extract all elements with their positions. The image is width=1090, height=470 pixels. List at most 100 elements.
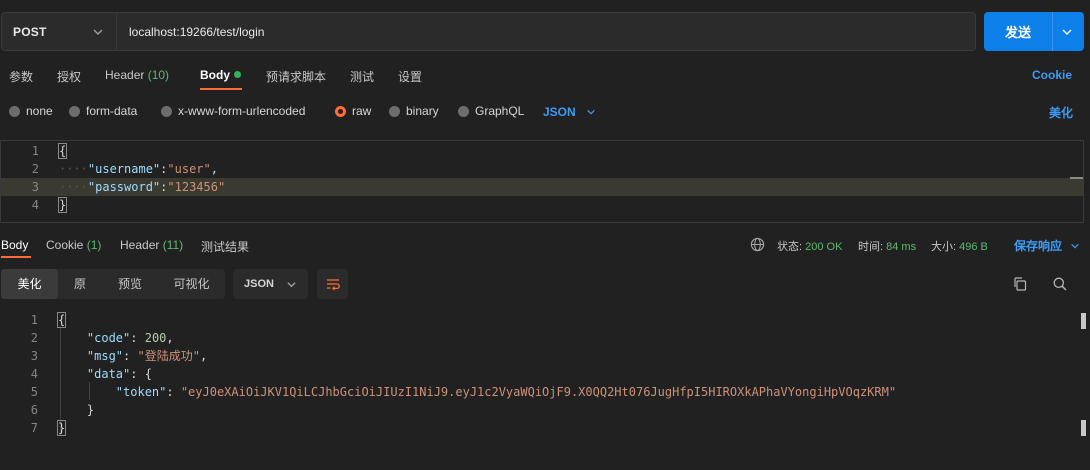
radio-label: form-data — [86, 104, 138, 118]
wrap-lines-icon — [326, 279, 340, 291]
tab-label: Body — [1, 238, 29, 252]
size-readout: 大小: 496 B — [931, 238, 988, 254]
save-response-label: 保存响应 — [1014, 239, 1063, 253]
method-label: POST — [13, 24, 47, 39]
response-body-viewer[interactable]: 1 { 2 "code": 200, 3 "msg": "登陆成功", 4 "d… — [0, 310, 1090, 470]
search-icon[interactable] — [1052, 276, 1068, 292]
radio-circle-icon — [69, 105, 80, 117]
send-button[interactable]: 发送 — [984, 12, 1084, 51]
time-readout: 时间: 84 ms — [858, 238, 916, 254]
radio-label: x-www-form-urlencoded — [178, 104, 306, 118]
tab-pre-request-script[interactable]: 预请求脚本 — [266, 68, 326, 85]
code-line: 6 } — [0, 401, 1090, 419]
view-mode-segmented: 美化 原 预览 可视化 — [1, 269, 225, 299]
status-value: 200 OK — [805, 241, 843, 253]
tab-response-body[interactable]: Body — [1, 238, 28, 252]
tab-headers[interactable]: Header (10) — [105, 68, 169, 82]
chevron-down-icon[interactable] — [1070, 241, 1080, 251]
view-mode-visualize[interactable]: 可视化 — [158, 269, 225, 299]
chevron-down-icon — [93, 29, 103, 35]
scrollbar-marker — [1081, 420, 1086, 436]
size-value: 496 B — [959, 241, 988, 253]
open-brace: { — [57, 143, 68, 159]
size-label: 大小: — [931, 241, 957, 253]
view-mode-preview[interactable]: 预览 — [102, 269, 158, 299]
status-label: 状态: — [777, 241, 803, 253]
view-mode-raw[interactable]: 原 — [58, 269, 102, 299]
globe-icon[interactable] — [750, 237, 765, 252]
radio-none[interactable]: none — [9, 104, 53, 118]
format-label: JSON — [244, 278, 274, 290]
line-number: 3 — [30, 349, 38, 363]
radio-circle-icon — [389, 105, 400, 117]
active-tab-indicator — [1, 256, 31, 258]
json-value: "登陆成功" — [137, 349, 200, 363]
radio-circle-icon — [9, 105, 20, 117]
json-key: "token" — [115, 385, 167, 399]
tab-label: Body — [200, 68, 230, 82]
code-line: 1 { — [1, 142, 1083, 160]
copy-icon[interactable] — [1012, 276, 1028, 292]
tab-auth[interactable]: 授权 — [57, 68, 81, 85]
code-line: 7 } — [0, 419, 1090, 437]
url-input[interactable]: localhost:19266/test/login — [116, 12, 976, 51]
tab-body[interactable]: Body — [200, 68, 241, 82]
cookie-link[interactable]: Cookie — [1032, 68, 1072, 82]
tab-count: (11) — [162, 238, 184, 252]
code-line: 1 { — [0, 311, 1090, 329]
code-line: 2 ····"username":"user", — [1, 160, 1083, 178]
chevron-down-icon — [586, 109, 595, 115]
close-brace: } — [56, 420, 67, 436]
line-number: 2 — [31, 162, 39, 176]
body-type-row: none form-data x-www-form-urlencoded raw… — [0, 102, 1090, 122]
code-line: 2 "code": 200, — [0, 329, 1090, 347]
tab-response-cookie[interactable]: Cookie (1) — [46, 238, 101, 252]
view-mode-pretty[interactable]: 美化 — [1, 269, 58, 299]
method-select[interactable]: POST — [1, 12, 117, 51]
request-tabs: 参数 授权 Header (10) Body 预请求脚本 测试 设置 Cooki… — [0, 64, 1090, 90]
tab-label: 参数 — [9, 70, 34, 84]
chevron-down-icon[interactable] — [1061, 26, 1073, 38]
tab-tests[interactable]: 测试 — [350, 68, 374, 85]
code-line: 5 "token": "eyJ0eXAiOiJKV1QiLCJhbGciOiJI… — [0, 383, 1090, 401]
radio-graphql[interactable]: GraphQL — [458, 104, 524, 118]
tab-count: (10) — [147, 68, 170, 82]
radio-form-data[interactable]: form-data — [69, 104, 137, 118]
tab-label: Header — [105, 68, 145, 82]
tab-count: (1) — [86, 238, 102, 252]
radio-selected-icon — [335, 105, 346, 117]
tab-params[interactable]: 参数 — [9, 68, 33, 85]
tab-test-results[interactable]: 测试结果 — [201, 238, 249, 255]
radio-raw[interactable]: raw — [335, 104, 371, 118]
chevron-down-icon — [287, 281, 296, 287]
line-number: 1 — [30, 313, 38, 327]
radio-circle-icon — [458, 105, 469, 117]
radio-label: none — [26, 104, 53, 118]
wrap-lines-button[interactable] — [317, 269, 348, 299]
tab-label: 预请求脚本 — [266, 70, 327, 84]
code-line: 3 "msg": "登陆成功", — [0, 347, 1090, 365]
scrollbar-marker — [1070, 177, 1083, 179]
tab-label: 授权 — [57, 70, 82, 84]
code-line: 4 "data": { — [0, 365, 1090, 383]
scrollbar-marker — [1081, 313, 1086, 329]
response-tabs: Body Cookie (1) Header (11) 测试结果 状态: 200… — [0, 234, 1090, 258]
tab-settings[interactable]: 设置 — [398, 68, 422, 85]
json-key: "msg" — [86, 349, 124, 363]
json-key: "code" — [86, 331, 131, 345]
save-response-button[interactable]: 保存响应 — [1014, 237, 1062, 254]
tab-response-headers[interactable]: Header (11) — [120, 238, 183, 252]
response-format-select[interactable]: JSON — [233, 269, 308, 299]
line-number: 4 — [31, 198, 39, 212]
radio-binary[interactable]: binary — [389, 104, 439, 118]
beautify-link[interactable]: 美化 — [1049, 104, 1073, 121]
line-number: 4 — [30, 367, 38, 381]
request-body-editor[interactable]: 1 { 2 ····"username":"user", 3 ····"pass… — [0, 140, 1084, 223]
line-number: 1 — [31, 144, 39, 158]
line-number: 7 — [30, 421, 38, 435]
tab-label: 设置 — [398, 70, 423, 84]
json-value: 200 — [144, 331, 167, 345]
close-brace: } — [57, 197, 68, 213]
body-format-select[interactable]: JSON — [543, 105, 596, 119]
radio-x-www-form-urlencoded[interactable]: x-www-form-urlencoded — [161, 104, 305, 118]
